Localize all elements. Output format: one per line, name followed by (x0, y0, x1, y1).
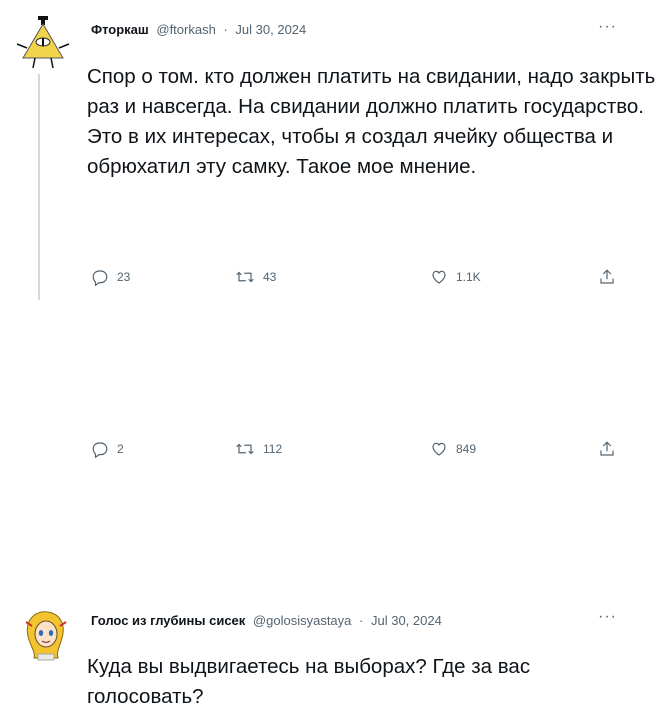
avatar-golosisyastaya[interactable] (18, 606, 74, 662)
more-icon[interactable]: ··· (598, 18, 617, 36)
like-count: 1.1K (456, 270, 481, 284)
reply-count: 2 (117, 442, 124, 456)
reply-button[interactable]: 23 (91, 268, 130, 286)
like-count: 849 (456, 442, 477, 456)
like-button[interactable]: 1.1K (430, 268, 481, 286)
retweet-button[interactable]: 112 (235, 440, 282, 458)
like-icon (432, 270, 446, 284)
more-icon[interactable]: ··· (598, 608, 617, 626)
retweet-count: 112 (263, 442, 283, 456)
reply-icon (92, 270, 108, 286)
author-handle[interactable]: @golosisyastaya (253, 613, 351, 628)
share-button[interactable] (598, 440, 616, 458)
retweet-icon (236, 271, 254, 283)
thread-line (38, 74, 40, 300)
retweet-count: 43 (263, 270, 277, 284)
author-name[interactable]: Голос из глубины сисек (91, 613, 245, 628)
tweet-header: Фторкаш @ftorkash · Jul 30, 2024 (91, 22, 306, 37)
like-icon (432, 442, 446, 456)
tweet-actions: 23 43 1.1K (0, 268, 667, 290)
author-handle[interactable]: @ftorkash (156, 22, 215, 37)
share-icon (600, 269, 614, 284)
bill-cipher-avatar (16, 16, 70, 69)
reply-button[interactable]: 2 (91, 440, 124, 458)
share-icon (600, 441, 614, 456)
author-name[interactable]: Фторкаш (91, 22, 149, 37)
avatar-ftorkash[interactable] (15, 14, 71, 70)
share-button[interactable] (598, 268, 616, 286)
separator-dot: · (223, 22, 228, 37)
tweet-date[interactable]: Jul 30, 2024 (371, 613, 442, 628)
tweet-header: Голос из глубины сисек @golosisyastaya ·… (91, 613, 442, 628)
tweet-text: Куда вы выдвигаетесь на выборах? Где за … (87, 655, 531, 708)
separator-dot: · (359, 613, 364, 628)
anime-girl-avatar (25, 611, 67, 661)
tweet-text: Спор о том. кто должен платить на свидан… (87, 65, 656, 178)
reply-count: 23 (117, 270, 131, 284)
tweet-actions: 2 112 849 (0, 440, 667, 462)
retweet-button[interactable]: 43 (235, 268, 276, 286)
retweet-icon (236, 443, 254, 455)
like-button[interactable]: 849 (430, 440, 476, 458)
tweet-1[interactable]: Фторкаш @ftorkash · Jul 30, 2024 ··· Спо… (0, 0, 667, 300)
tweet-date[interactable]: Jul 30, 2024 (235, 22, 306, 37)
reply-icon (92, 442, 108, 458)
